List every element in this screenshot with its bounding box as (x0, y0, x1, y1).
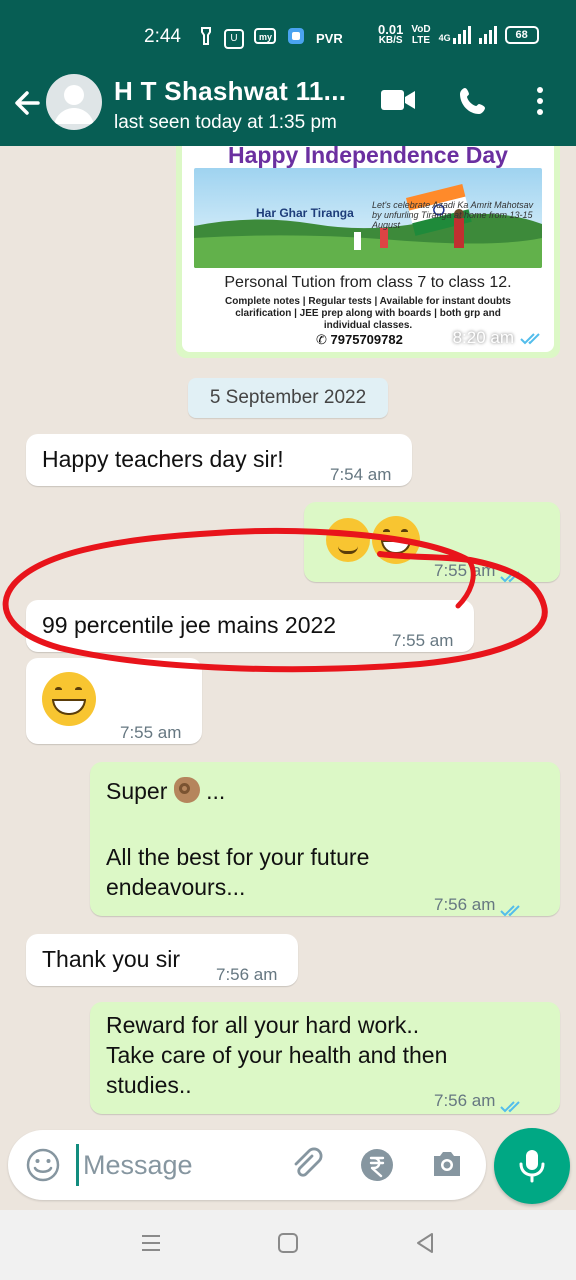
home-nav-icon[interactable] (277, 1232, 299, 1259)
message-text: Super ... (106, 777, 226, 804)
emoji-icon[interactable] (26, 1148, 60, 1187)
mic-icon (518, 1148, 546, 1189)
poster-campaign-sub: Let's celebrate Azadi Ka Amrit Mahotsav … (372, 200, 534, 230)
chat-header: H T Shashwat 11... last seen today at 1:… (0, 72, 576, 146)
status-bar: 2:44 U my PVR 0.01 KB/S VoD LTE 4G 68 (0, 0, 576, 72)
top-bar: 2:44 U my PVR 0.01 KB/S VoD LTE 4G 68 H … (0, 0, 576, 146)
net-speed: 0.01 KB/S (378, 22, 404, 46)
read-tick-icon (500, 1094, 526, 1113)
poster-campaign: Har Ghar Tiranga (256, 206, 354, 220)
message-text: Take care of your health and then (106, 1042, 448, 1068)
read-tick-icon (520, 331, 546, 345)
carrier-label: PVR (316, 31, 343, 46)
read-tick-icon (500, 564, 526, 583)
back-nav-icon[interactable] (414, 1232, 436, 1259)
message-time: 7:56 am (216, 965, 278, 984)
message-text: endeavours... (106, 874, 246, 900)
app-notification-icon-3 (286, 26, 306, 51)
app-notification-icon-2: my (254, 26, 276, 51)
status-time: 2:44 (144, 26, 181, 47)
recents-nav-icon[interactable] (140, 1232, 162, 1259)
more-options-icon[interactable] (534, 86, 546, 121)
message-text: studies.. (106, 1072, 192, 1098)
message-text: All the best for your future (106, 844, 370, 870)
image-message[interactable]: Happy Independence Day Har Ghar Tiranga … (176, 146, 560, 358)
avatar[interactable] (46, 74, 102, 130)
message-time: 7:55 am (434, 556, 526, 586)
system-nav-bar (0, 1210, 576, 1280)
message-text: Reward for all your hard work.. (106, 1012, 420, 1038)
date-separator: 5 September 2022 (188, 378, 388, 418)
poster-photo: Har Ghar Tiranga Let's celebrate Azadi K… (194, 168, 542, 268)
message-text: Happy teachers day sir! (42, 446, 284, 472)
poster-phone: ✆ 7975709782 (316, 332, 403, 347)
svg-text:my: my (259, 32, 272, 42)
message-text: Thank you sir (42, 946, 181, 972)
back-arrow-icon[interactable] (10, 86, 44, 120)
message-time: 7:54 am (330, 465, 392, 484)
notification-icons: U my PVR (198, 26, 343, 51)
message-bubble-outgoing[interactable]: Super ... All the best for your future e… (90, 762, 560, 917)
message-bubble-outgoing[interactable]: Reward for all your hard work.. Take car… (90, 1002, 560, 1114)
message-composer (8, 1130, 486, 1200)
poster-title: Happy Independence Day (228, 146, 508, 168)
message-bubble-incoming[interactable]: 7:55 am (26, 658, 202, 744)
voice-call-icon[interactable] (458, 86, 488, 121)
message-time: 7:55 am (120, 723, 182, 742)
signal-bars-2-icon (478, 26, 497, 44)
volte-indicator: VoD LTE (411, 24, 431, 46)
poster-tuition-line: Personal Tution from class 7 to class 12… (224, 274, 512, 291)
contact-name[interactable]: H T Shashwat 11... (114, 76, 346, 107)
message-time: 7:56 am (434, 1086, 526, 1116)
attach-icon[interactable] (288, 1146, 324, 1187)
flashlight-icon (198, 26, 214, 51)
video-call-icon[interactable] (380, 86, 416, 119)
mic-button[interactable] (494, 1128, 570, 1204)
camera-icon[interactable] (430, 1148, 464, 1185)
chat-area[interactable]: Happy Independence Day Har Ghar Tiranga … (0, 146, 576, 1122)
message-bubble-incoming[interactable]: Happy teachers day sir! 7:54 am (26, 434, 412, 486)
message-text: 99 percentile jee mains 2022 (42, 612, 337, 638)
message-time: 8:20 am (453, 328, 546, 348)
message-bubble-incoming[interactable]: Thank you sir 7:56 am (26, 934, 298, 986)
ok-hand-icon (173, 777, 200, 803)
message-time: 7:55 am (392, 631, 454, 650)
app-notification-icon: U (224, 28, 244, 49)
signal-bars-icon (452, 26, 471, 44)
poster-details: Complete notes | Regular tests | Availab… (224, 296, 511, 331)
message-input[interactable] (76, 1144, 276, 1186)
grinning-face-icon (42, 672, 96, 726)
slightly-smiling-face-icon (326, 518, 370, 562)
status-right: 0.01 KB/S VoD LTE 4G 68 (378, 22, 539, 46)
grinning-face-icon (372, 516, 420, 564)
rupee-payment-icon[interactable] (360, 1148, 394, 1187)
last-seen-status: last seen today at 1:35 pm (114, 112, 337, 133)
message-bubble-outgoing[interactable]: 7:55 am (304, 502, 560, 583)
signal-1: 4G (439, 26, 471, 44)
message-bubble-incoming[interactable]: 99 percentile jee mains 2022 7:55 am (26, 600, 474, 652)
phone-icon: ✆ (316, 332, 327, 347)
read-tick-icon (500, 898, 526, 917)
message-time: 7:56 am (434, 890, 526, 920)
battery-icon: 68 (504, 26, 539, 44)
poster-image[interactable]: Happy Independence Day Har Ghar Tiranga … (182, 146, 554, 352)
